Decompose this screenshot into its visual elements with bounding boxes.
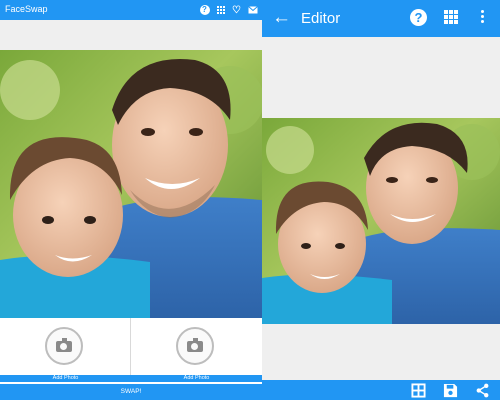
photo-slots: Add Photo Add Photo [0, 318, 262, 382]
editor-app-bar: ← Editor ? [262, 0, 500, 37]
swap-button[interactable]: SWAP! [0, 384, 262, 400]
app-bar-actions: ? ♡ [199, 3, 258, 17]
help-icon[interactable]: ? [410, 9, 427, 26]
camera-icon[interactable] [176, 327, 214, 365]
back-arrow-icon[interactable]: ← [272, 7, 291, 29]
heart-icon[interactable]: ♡ [231, 3, 242, 17]
source-photo [0, 50, 262, 318]
add-photo-button-2[interactable]: Add Photo [131, 375, 262, 382]
editor-screen: ← Editor ? [262, 0, 500, 400]
app-title: FaceSwap [5, 4, 48, 14]
help-icon[interactable]: ? [199, 3, 210, 17]
faceswap-screen: FaceSwap ? ♡ Add Photo Add Photo SWAP! [0, 0, 262, 400]
more-vert-icon[interactable] [481, 10, 484, 23]
photo-slot-1[interactable]: Add Photo [0, 318, 131, 382]
grid-icon[interactable] [444, 10, 458, 24]
swapped-photo [262, 118, 500, 324]
add-photo-button-1[interactable]: Add Photo [0, 375, 131, 382]
save-icon[interactable] [443, 383, 458, 398]
app-bar: FaceSwap ? ♡ [0, 0, 262, 20]
grid-icon[interactable] [215, 3, 226, 17]
share-icon[interactable] [475, 383, 490, 398]
editor-bottom-toolbar [262, 380, 500, 400]
camera-icon[interactable] [45, 327, 83, 365]
mail-icon[interactable] [247, 3, 258, 17]
grid-layout-icon[interactable] [411, 383, 426, 398]
photo-slot-2[interactable]: Add Photo [131, 318, 262, 382]
editor-title: Editor [301, 10, 341, 27]
